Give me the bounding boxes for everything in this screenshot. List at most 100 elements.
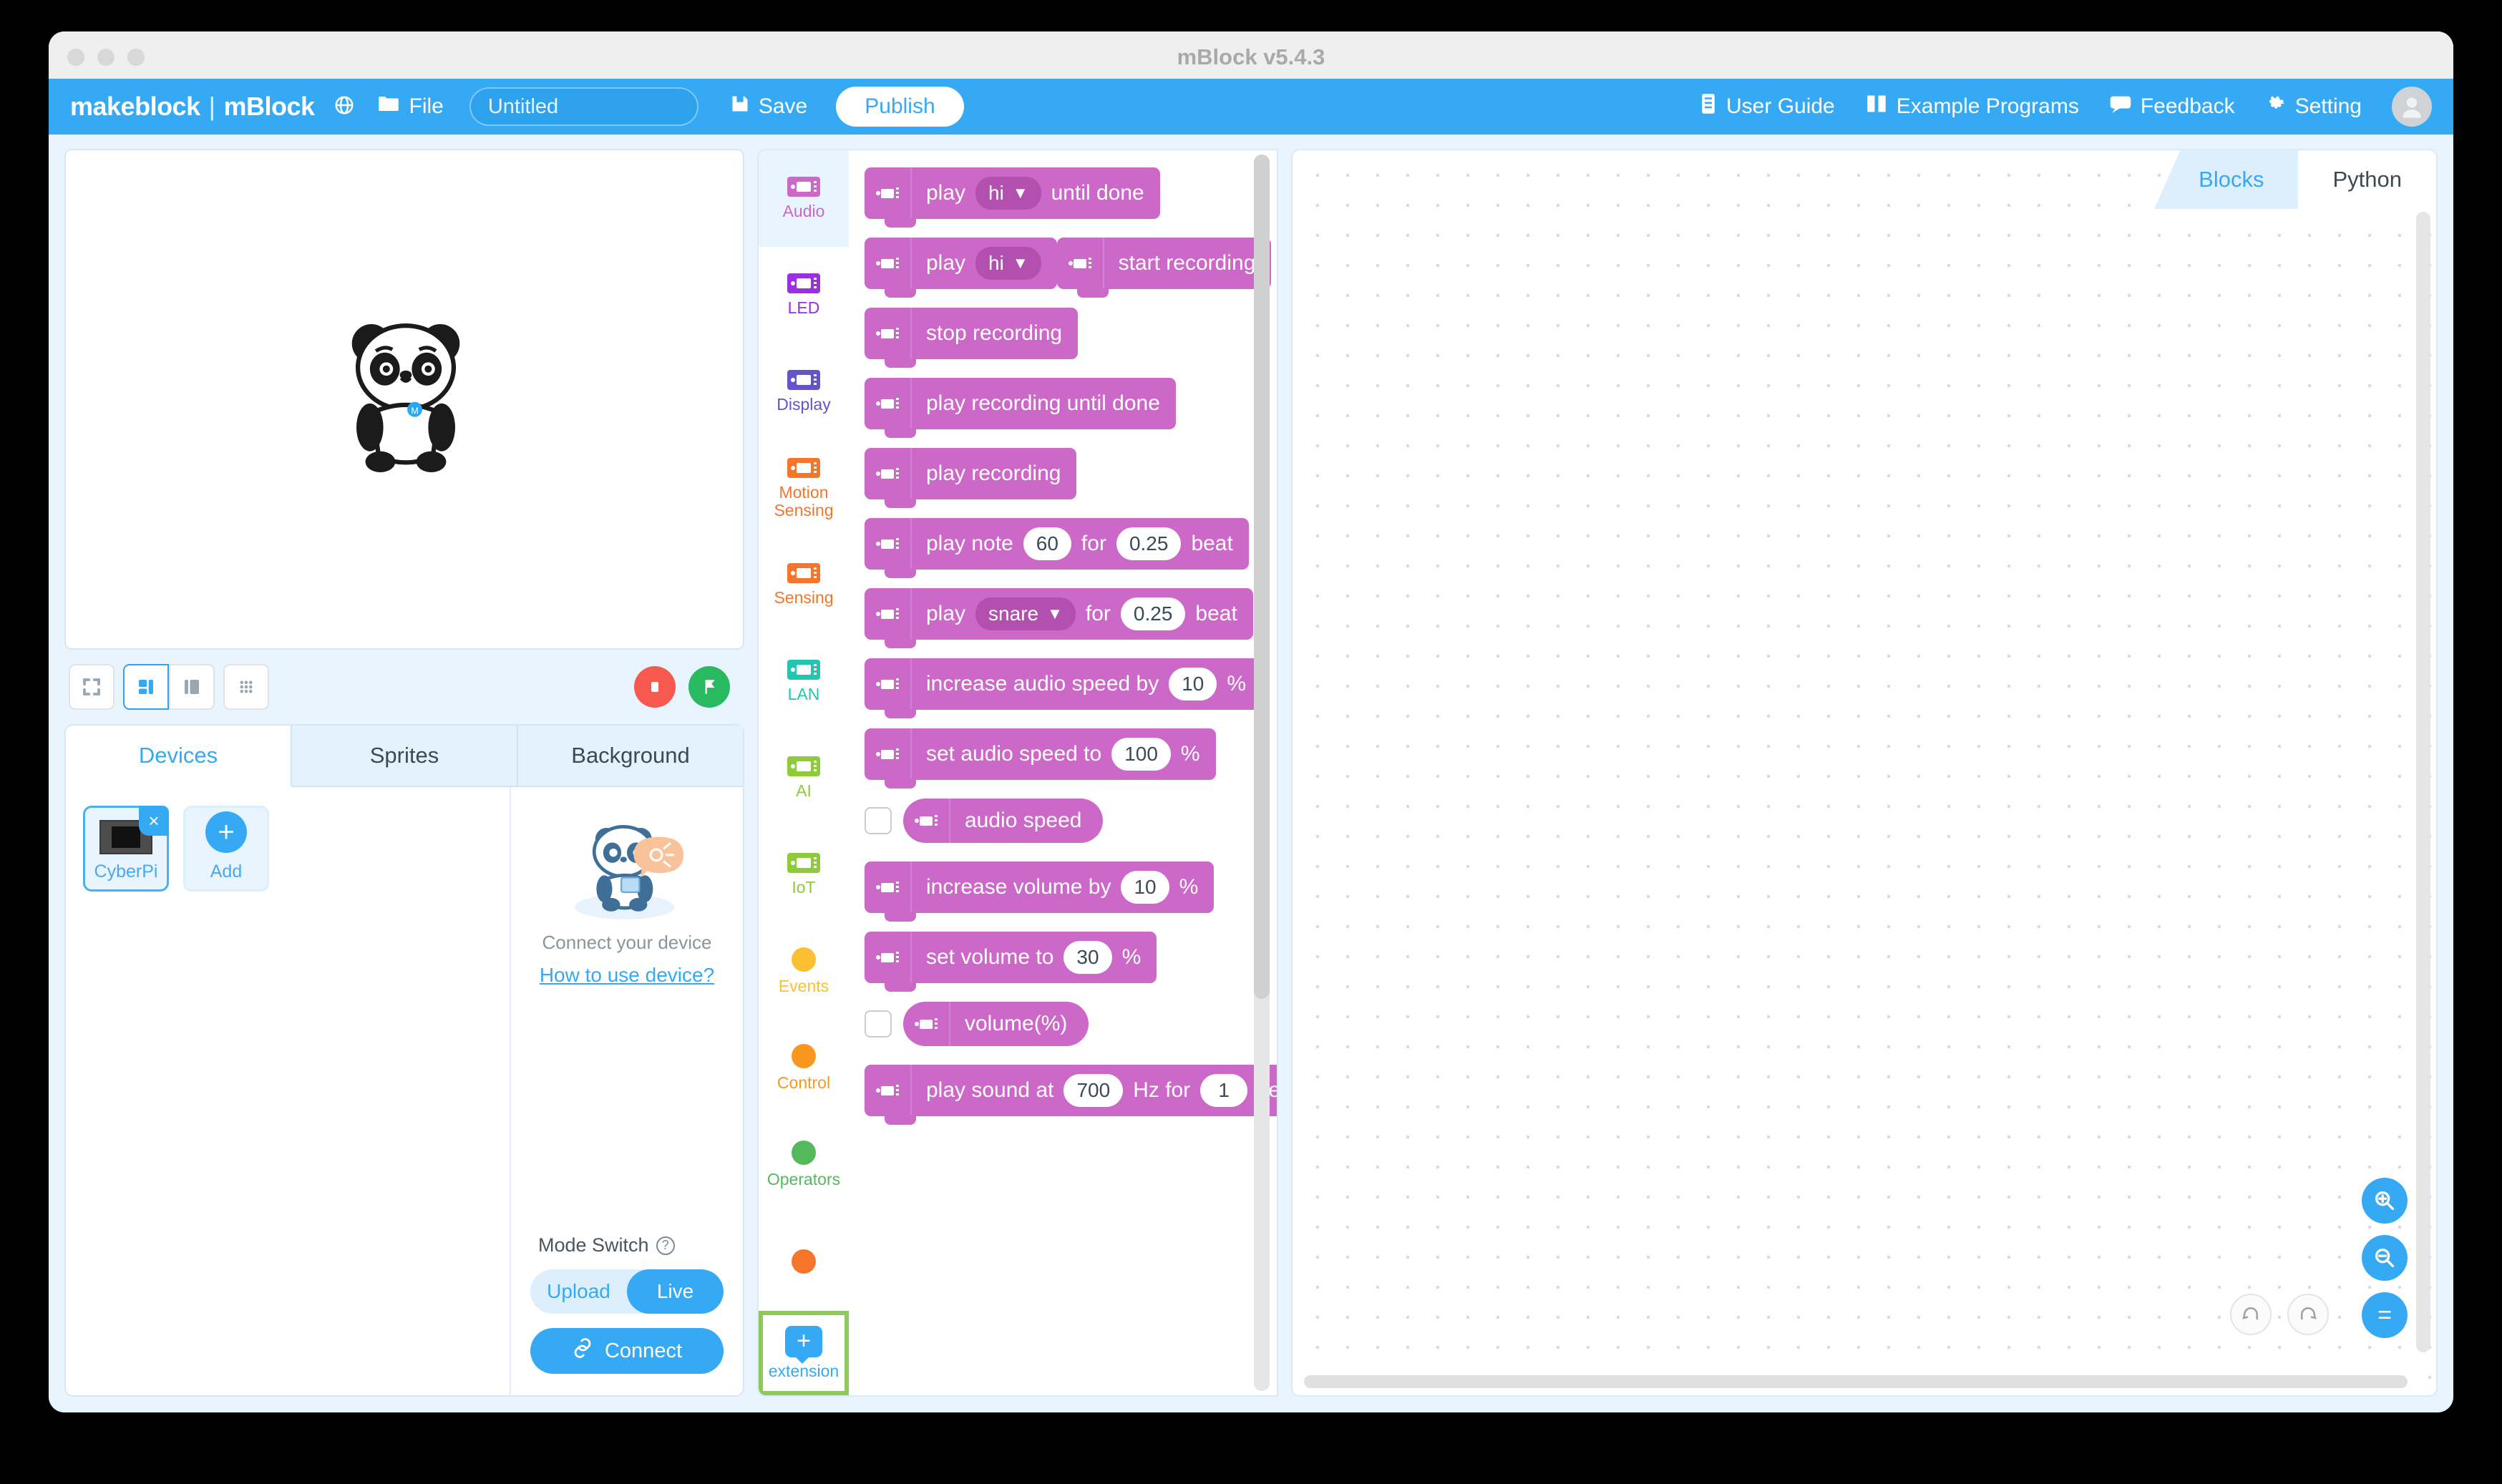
palette-block[interactable]: volume(%) (903, 1002, 1089, 1046)
palette-block[interactable]: play hi ▼ (865, 238, 1057, 298)
redo-icon[interactable] (2287, 1294, 2329, 1335)
palette-block[interactable]: start recording (1056, 238, 1272, 298)
connect-button[interactable]: Connect (530, 1328, 724, 1374)
grid-layout-button[interactable] (223, 664, 269, 710)
logo-mblock-text: mBlock (223, 92, 315, 121)
category-item-audio[interactable]: Audio (759, 150, 849, 247)
palette-block[interactable]: play hi ▼ until done (865, 167, 1160, 228)
blocks-palette[interactable]: play hi ▼ until done play hi ▼ start recording s… (849, 149, 1278, 1397)
block-dropdown[interactable]: snare ▼ (975, 597, 1076, 630)
category-item-extra[interactable] (759, 1213, 849, 1309)
block-label: audio speed (965, 809, 1082, 832)
palette-scroll-content: play hi ▼ until done play hi ▼ start recording s… (849, 150, 1277, 1395)
category-item-control[interactable]: Control (759, 1020, 849, 1116)
mode-switch-label: Mode Switch (538, 1234, 649, 1256)
setting-button[interactable]: Setting (2265, 93, 2362, 120)
block-number-input[interactable]: 0.25 (1120, 597, 1186, 630)
block-number-input[interactable]: 60 (1023, 527, 1071, 560)
file-menu-button[interactable]: File (378, 94, 444, 119)
split-layout-button[interactable] (123, 664, 169, 710)
example-programs-button[interactable]: Example Programs (1865, 94, 2079, 119)
mode-option-upload[interactable]: Upload (530, 1269, 627, 1314)
stage-area[interactable]: M (64, 149, 744, 650)
block-label: set audio speed to (926, 742, 1102, 766)
avatar[interactable] (2392, 87, 2432, 127)
mode-option-live[interactable]: Live (627, 1269, 724, 1314)
block-number-input[interactable]: 1 (1200, 1074, 1248, 1107)
workspace-vertical-scrollbar[interactable] (2416, 212, 2430, 1352)
stop-button[interactable] (634, 666, 676, 708)
category-icon (787, 370, 820, 391)
globe-icon[interactable] (334, 94, 355, 119)
undo-icon[interactable] (2230, 1294, 2272, 1335)
palette-block[interactable]: play recording (865, 448, 1077, 508)
palette-block[interactable]: increase volume by 10% (865, 861, 1215, 922)
block-device-icon (865, 518, 912, 570)
category-item-ai[interactable]: AI (759, 730, 849, 826)
category-item-motion-sensing[interactable]: Motion Sensing (759, 440, 849, 537)
palette-block[interactable]: set volume to 30% (865, 932, 1157, 992)
panda-sprite[interactable]: M (331, 308, 481, 472)
tab-sprites[interactable]: Sprites (292, 726, 518, 787)
palette-block[interactable]: play sound at700Hz for1sec (865, 1065, 1277, 1125)
block-content: increase volume by 10% (922, 871, 1198, 904)
tab-background[interactable]: Background (518, 726, 743, 787)
category-item-lan[interactable]: LAN (759, 633, 849, 730)
block-number-input[interactable]: 30 (1063, 941, 1112, 974)
block-dropdown[interactable]: hi ▼ (975, 177, 1041, 210)
category-item-iot[interactable]: IoT (759, 826, 849, 923)
palette-block[interactable]: play note 60 for 0.25 beat (865, 518, 1249, 578)
palette-scrollbar-thumb[interactable] (1254, 155, 1270, 999)
extension-button[interactable]: + extension (759, 1311, 849, 1395)
help-icon[interactable]: ? (656, 1236, 675, 1255)
block-number-input[interactable]: 0.25 (1116, 527, 1182, 560)
tab-devices[interactable]: Devices (66, 726, 292, 787)
category-label: Display (777, 395, 831, 414)
block-monitor-checkbox[interactable] (865, 1010, 892, 1038)
block-monitor-checkbox[interactable] (865, 807, 892, 834)
block-number-input[interactable]: 100 (1111, 738, 1171, 771)
close-icon[interactable]: × (139, 806, 169, 836)
code-workspace[interactable]: Blocks Python = (1291, 149, 2438, 1397)
wide-layout-button[interactable] (169, 664, 215, 710)
block-content: start recording (1114, 251, 1256, 275)
category-item-sensing[interactable]: Sensing (759, 537, 849, 633)
category-item-led[interactable]: LED (759, 247, 849, 343)
block-number-input[interactable]: 700 (1063, 1074, 1124, 1107)
save-button[interactable]: Save (730, 94, 807, 119)
category-item-events[interactable]: Events (759, 923, 849, 1020)
palette-block[interactable]: stop recording (865, 308, 1079, 368)
block-dropdown[interactable]: hi ▼ (975, 247, 1041, 280)
mode-switch-toggle[interactable]: Upload Live (530, 1269, 724, 1314)
workspace-horizontal-scrollbar[interactable] (1304, 1375, 2408, 1388)
block-number-input[interactable]: 10 (1121, 871, 1169, 904)
category-item-display[interactable]: Display (759, 343, 849, 440)
palette-block[interactable]: set audio speed to 100% (865, 728, 1216, 789)
palette-block[interactable]: play snare ▼ for 0.25 beat (865, 588, 1253, 648)
publish-button[interactable]: Publish (836, 87, 964, 127)
block-device-icon (865, 238, 912, 289)
palette-block[interactable]: audio speed (903, 799, 1104, 843)
green-flag-button[interactable] (688, 666, 730, 708)
device-label-add: Add (210, 861, 243, 882)
zoom-out-icon[interactable] (2362, 1235, 2408, 1281)
logo-separator: | (208, 92, 215, 121)
palette-block[interactable]: play recording until done (865, 378, 1176, 438)
feedback-button[interactable]: Feedback (2109, 94, 2235, 119)
tab-python[interactable]: Python (2298, 150, 2436, 209)
user-guide-button[interactable]: User Guide (1699, 93, 1835, 120)
block-content: play sound at700Hz for1sec (922, 1074, 1277, 1107)
palette-block[interactable]: increase audio speed by 10% (865, 658, 1262, 718)
tab-blocks[interactable]: Blocks (2154, 150, 2299, 209)
add-device-button[interactable]: + Add (183, 806, 269, 892)
block-content: set audio speed to 100% (922, 738, 1200, 771)
project-name-input[interactable] (469, 87, 698, 126)
block-device-icon (865, 308, 912, 359)
category-item-operators[interactable]: Operators (759, 1116, 849, 1213)
zoom-in-icon[interactable] (2362, 1178, 2408, 1224)
how-to-use-device-link[interactable]: How to use device? (540, 964, 714, 987)
block-number-input[interactable]: 10 (1169, 668, 1217, 700)
zoom-reset-button[interactable]: = (2362, 1292, 2408, 1338)
device-card-cyberpi[interactable]: × CyberPi (83, 806, 169, 892)
fullscreen-layout-button[interactable] (69, 664, 115, 710)
